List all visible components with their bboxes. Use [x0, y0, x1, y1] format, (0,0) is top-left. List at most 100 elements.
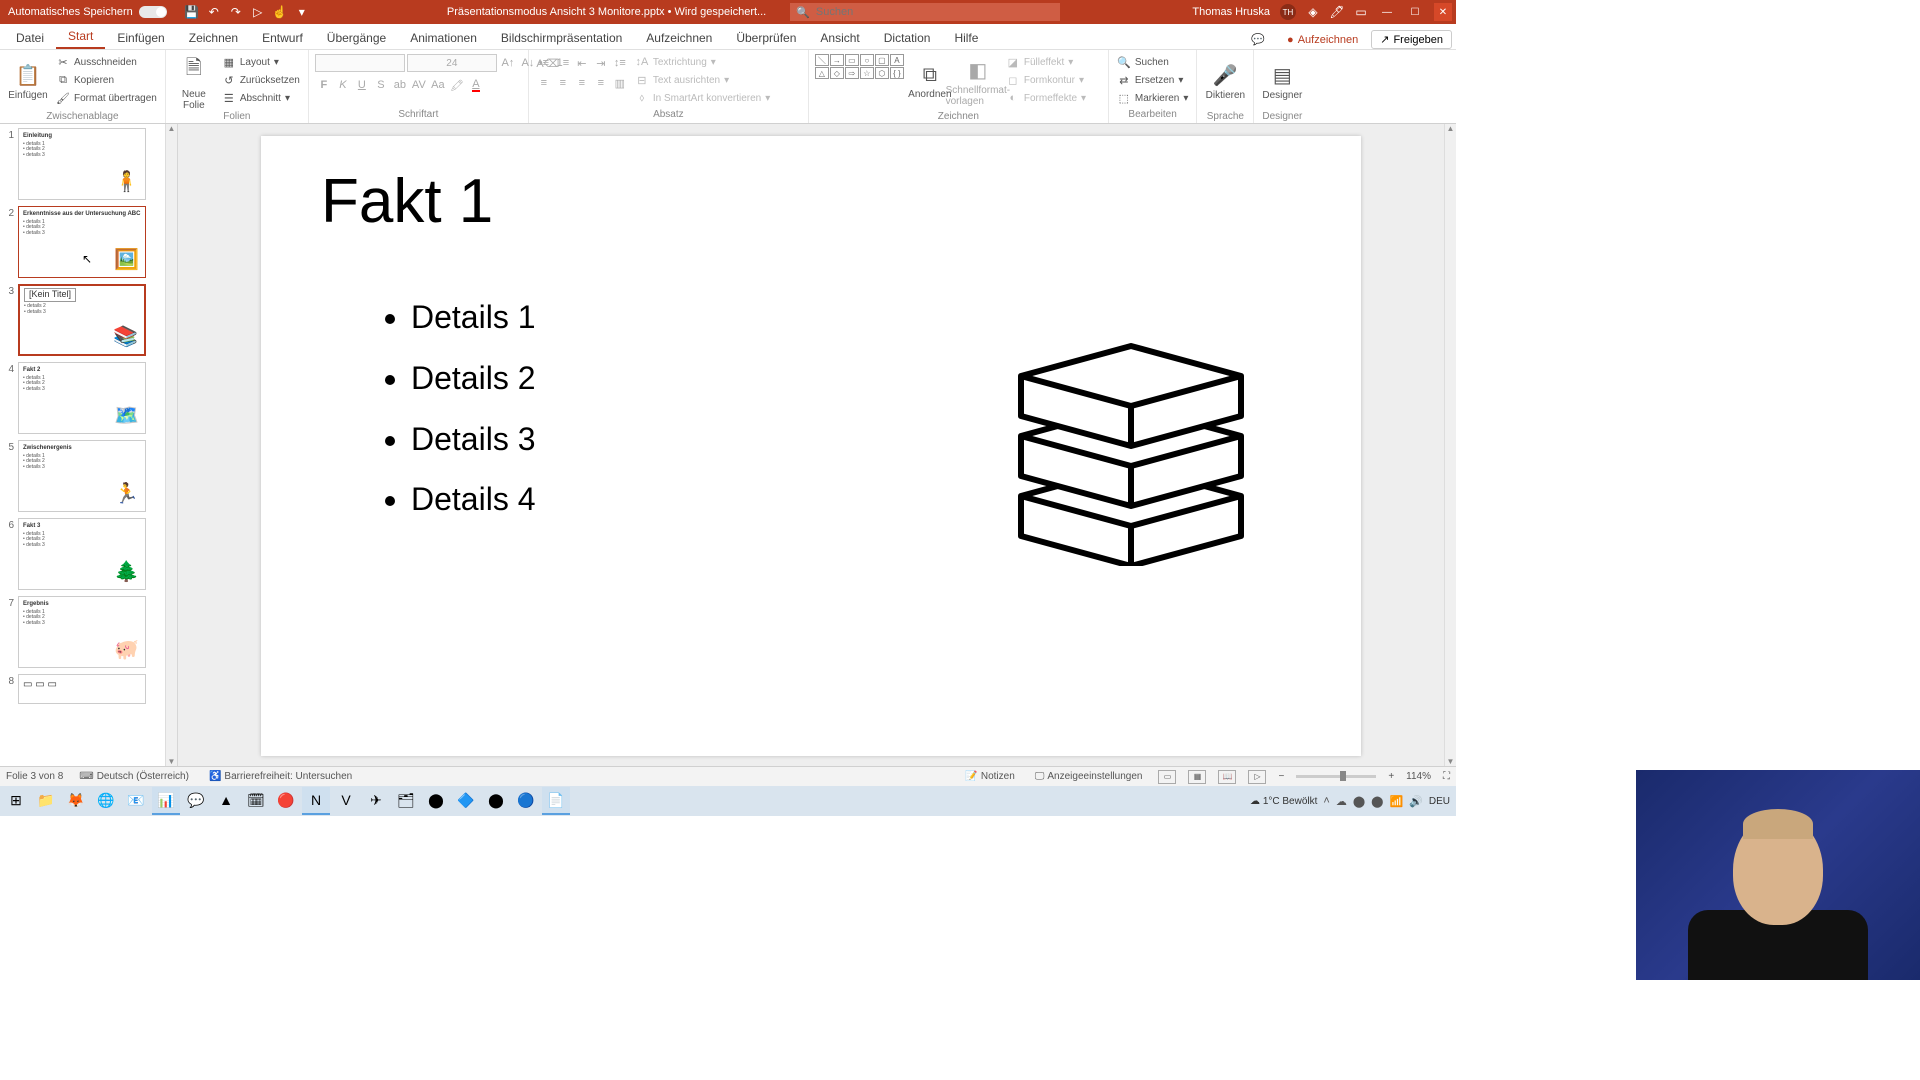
case-button[interactable]: Aa: [429, 76, 447, 94]
chrome-icon[interactable]: 🌐: [92, 787, 120, 815]
strike-button[interactable]: S: [372, 76, 390, 94]
sorter-view-button[interactable]: ▦: [1188, 770, 1206, 784]
tab-hilfe[interactable]: Hilfe: [942, 27, 990, 49]
text-direction-button[interactable]: ↕ATextrichtung ▾: [633, 54, 772, 70]
slide-position[interactable]: Folie 3 von 8: [6, 771, 63, 782]
paste-button[interactable]: 📋Einfügen: [6, 54, 50, 110]
align-right-button[interactable]: ≡: [573, 74, 591, 92]
weather-widget[interactable]: ☁ 1°C Bewölkt: [1250, 796, 1317, 807]
minimize-button[interactable]: —: [1378, 3, 1396, 21]
comments-button[interactable]: 💬: [1242, 30, 1274, 49]
user-name[interactable]: Thomas Hruska: [1192, 6, 1270, 18]
shadow-button[interactable]: ab: [391, 76, 409, 94]
line-spacing-button[interactable]: ↕≡: [611, 54, 629, 72]
vscode-icon[interactable]: V: [332, 787, 360, 815]
tab-bildschirmpraesentation[interactable]: Bildschirmpräsentation: [489, 27, 634, 49]
app-icon-5[interactable]: 🔷: [452, 787, 480, 815]
qat-more-icon[interactable]: ▾: [295, 5, 309, 19]
shape-rrect[interactable]: ▢: [875, 54, 889, 66]
tab-animationen[interactable]: Animationen: [398, 27, 489, 49]
align-center-button[interactable]: ≡: [554, 74, 572, 92]
scroll-up-icon[interactable]: ▲: [168, 124, 176, 133]
shapes-gallery[interactable]: ＼ → ▭ ○ ▢ A △ ◇ ⇨ ☆ ⬡ { }: [815, 54, 904, 79]
smartart-button[interactable]: ⬨In SmartArt konvertieren ▾: [633, 90, 772, 106]
thumbnail-item[interactable]: 8▭ ▭ ▭: [2, 674, 163, 704]
cut-button[interactable]: ✂Ausschneiden: [54, 54, 159, 70]
save-icon[interactable]: 💾: [185, 5, 199, 19]
tab-einfuegen[interactable]: Einfügen: [105, 27, 176, 49]
reset-button[interactable]: ↺Zurücksetzen: [220, 72, 302, 88]
thumbnail-item[interactable]: 3Fakt 1• details 1• details 2• details 3…: [2, 284, 163, 356]
record-button[interactable]: ● Aufzeichnen: [1278, 31, 1367, 49]
thumbnail-item[interactable]: 5Zwischenergenis• details 1• details 2• …: [2, 440, 163, 512]
thumbnail-slide[interactable]: Fakt 2• details 1• details 2• details 3🗺…: [18, 362, 146, 434]
app-icon-6[interactable]: ⬤: [482, 787, 510, 815]
tab-ansicht[interactable]: Ansicht: [808, 27, 871, 49]
normal-view-button[interactable]: ▭: [1158, 770, 1176, 784]
thumbnail-slide[interactable]: ▭ ▭ ▭: [18, 674, 146, 704]
language-status[interactable]: ⌨ Deutsch (Österreich): [75, 771, 193, 782]
increase-font-icon[interactable]: A↑: [499, 54, 517, 72]
select-button[interactable]: ⬚Markieren ▾: [1115, 90, 1191, 106]
italic-button[interactable]: K: [334, 76, 352, 94]
thumbnail-slide[interactable]: Zwischenergenis• details 1• details 2• d…: [18, 440, 146, 512]
search-input[interactable]: [816, 6, 1054, 18]
slideshow-view-button[interactable]: ▷: [1248, 770, 1266, 784]
close-button[interactable]: ✕: [1434, 3, 1452, 21]
app-icon-1[interactable]: 💬: [182, 787, 210, 815]
autosave-toggle[interactable]: Automatisches Speichern: [0, 6, 175, 18]
slide-canvas[interactable]: Fakt 1 Details 1 Details 2 Details 3 Det…: [261, 136, 1361, 756]
volume-icon[interactable]: 🔊: [1409, 795, 1423, 808]
numbering-button[interactable]: 1≡: [554, 54, 572, 72]
shape-textbox[interactable]: A: [890, 54, 904, 66]
replace-button[interactable]: ⇄Ersetzen ▾: [1115, 72, 1191, 88]
shape-triangle[interactable]: △: [815, 67, 829, 79]
tray-chevron-icon[interactable]: ˄: [1323, 795, 1329, 807]
scroll-up-icon[interactable]: ▲: [1447, 124, 1455, 133]
user-avatar[interactable]: TH: [1280, 4, 1296, 20]
fit-to-window-button[interactable]: ⛶: [1443, 771, 1450, 782]
shape-rect[interactable]: ▭: [845, 54, 859, 66]
justify-button[interactable]: ≡: [592, 74, 610, 92]
firefox-icon[interactable]: 🦊: [62, 787, 90, 815]
shape-oval[interactable]: ○: [860, 54, 874, 66]
align-text-button[interactable]: ⊟Text ausrichten ▾: [633, 72, 772, 88]
spacing-button[interactable]: AV: [410, 76, 428, 94]
tray-icon-2[interactable]: ⬤: [1371, 795, 1383, 808]
shape-line[interactable]: ＼: [815, 54, 829, 66]
zoom-level[interactable]: 114%: [1406, 771, 1431, 782]
thumbnail-list[interactable]: 1Einleitung• details 1• details 2• detai…: [0, 124, 165, 766]
shape-star[interactable]: ☆: [860, 67, 874, 79]
vlc-icon[interactable]: ▲: [212, 787, 240, 815]
font-color-button[interactable]: A: [467, 76, 485, 94]
powerpoint-icon[interactable]: 📊: [152, 787, 180, 815]
underline-button[interactable]: U: [353, 76, 371, 94]
slide-title[interactable]: Fakt 1: [321, 166, 1301, 237]
columns-button[interactable]: ▥: [611, 74, 629, 92]
thumbnail-item[interactable]: 6Fakt 3• details 1• details 2• details 3…: [2, 518, 163, 590]
editor-scrollbar[interactable]: ▲▼: [1444, 124, 1456, 766]
thumbnail-item[interactable]: 1Einleitung• details 1• details 2• detai…: [2, 128, 163, 200]
tab-entwurf[interactable]: Entwurf: [250, 27, 315, 49]
coming-soon-icon[interactable]: ◈: [1306, 5, 1320, 19]
font-name-input[interactable]: [315, 54, 405, 72]
format-painter-button[interactable]: 🖌Format übertragen: [54, 90, 159, 106]
shape-arrow[interactable]: →: [830, 54, 844, 66]
designer-button[interactable]: ▤Designer: [1260, 54, 1304, 110]
books-icon[interactable]: [1001, 336, 1261, 566]
zoom-in-button[interactable]: +: [1388, 771, 1394, 782]
start-button[interactable]: ⊞: [2, 787, 30, 815]
effects-button[interactable]: ◐Formeffekte ▾: [1004, 90, 1088, 106]
thumbnail-item[interactable]: 7Ergebnis• details 1• details 2• details…: [2, 596, 163, 668]
align-left-button[interactable]: ≡: [535, 74, 553, 92]
network-icon[interactable]: 📶: [1389, 795, 1403, 808]
ribbon-display-icon[interactable]: ▭: [1354, 5, 1368, 19]
outline-button[interactable]: ◻Formkontur ▾: [1004, 72, 1088, 88]
decrease-indent-button[interactable]: ⇤: [573, 54, 591, 72]
onedrive-icon[interactable]: ☁: [1336, 795, 1347, 808]
app-icon-4[interactable]: 🗂: [392, 787, 420, 815]
bullets-button[interactable]: •≡: [535, 54, 553, 72]
shape-arrow2[interactable]: ⇨: [845, 67, 859, 79]
share-button[interactable]: ↗ Freigeben: [1371, 30, 1452, 49]
display-settings-button[interactable]: 🖵 Anzeigeeinstellungen: [1031, 771, 1147, 782]
